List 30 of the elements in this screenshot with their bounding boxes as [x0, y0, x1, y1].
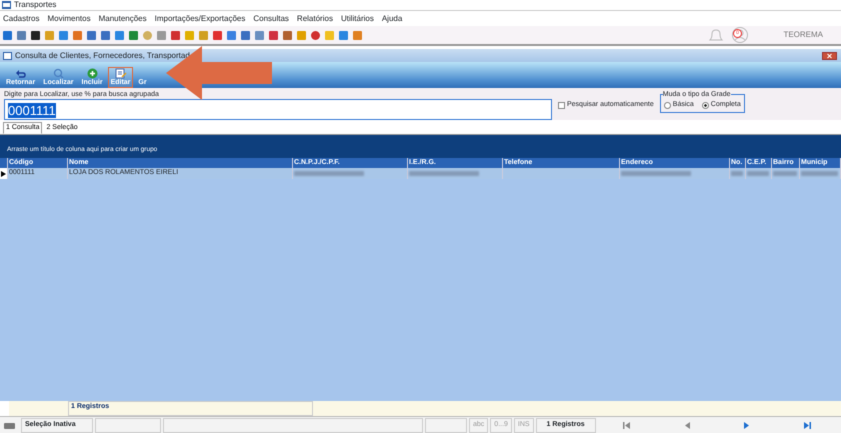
edit-icon [114, 68, 127, 80]
close-button[interactable] [822, 52, 837, 60]
menu-item[interactable]: Ajuda [382, 12, 402, 24]
menu-item[interactable]: Consultas [253, 12, 289, 24]
status-panel [425, 418, 467, 433]
next-record-icon [742, 422, 751, 429]
user-avatar-icon[interactable] [732, 27, 748, 43]
plus-icon [86, 68, 99, 80]
radio-button[interactable] [664, 102, 671, 109]
menu-item[interactable]: Cadastros [3, 12, 40, 24]
menu-item[interactable]: Utilitários [340, 12, 374, 24]
radio-button[interactable] [702, 102, 709, 109]
last-record-icon [802, 422, 811, 429]
search-field[interactable]: 0001111 [4, 99, 552, 120]
status-panel [95, 418, 161, 433]
menu-item[interactable]: Movimentos [47, 12, 91, 24]
menu-item[interactable]: Manutenções [98, 12, 147, 24]
user-name: TEOREMA [783, 29, 823, 41]
first-record-icon [622, 422, 631, 429]
checkbox[interactable] [558, 102, 565, 109]
prev-record-icon [682, 422, 691, 429]
undo-icon [14, 68, 28, 80]
menu-item[interactable]: Relatórios [296, 12, 333, 24]
app-icon [2, 1, 11, 9]
window-title: Transportes [14, 0, 56, 11]
subwindow-title: Consulta de Clientes, Fornecedores, Transportad [15, 50, 190, 62]
keyboard-icon [4, 422, 15, 428]
menu-item[interactable]: Importações/Exportações [154, 12, 246, 24]
window-icon [3, 52, 12, 60]
search-icon [52, 68, 65, 80]
